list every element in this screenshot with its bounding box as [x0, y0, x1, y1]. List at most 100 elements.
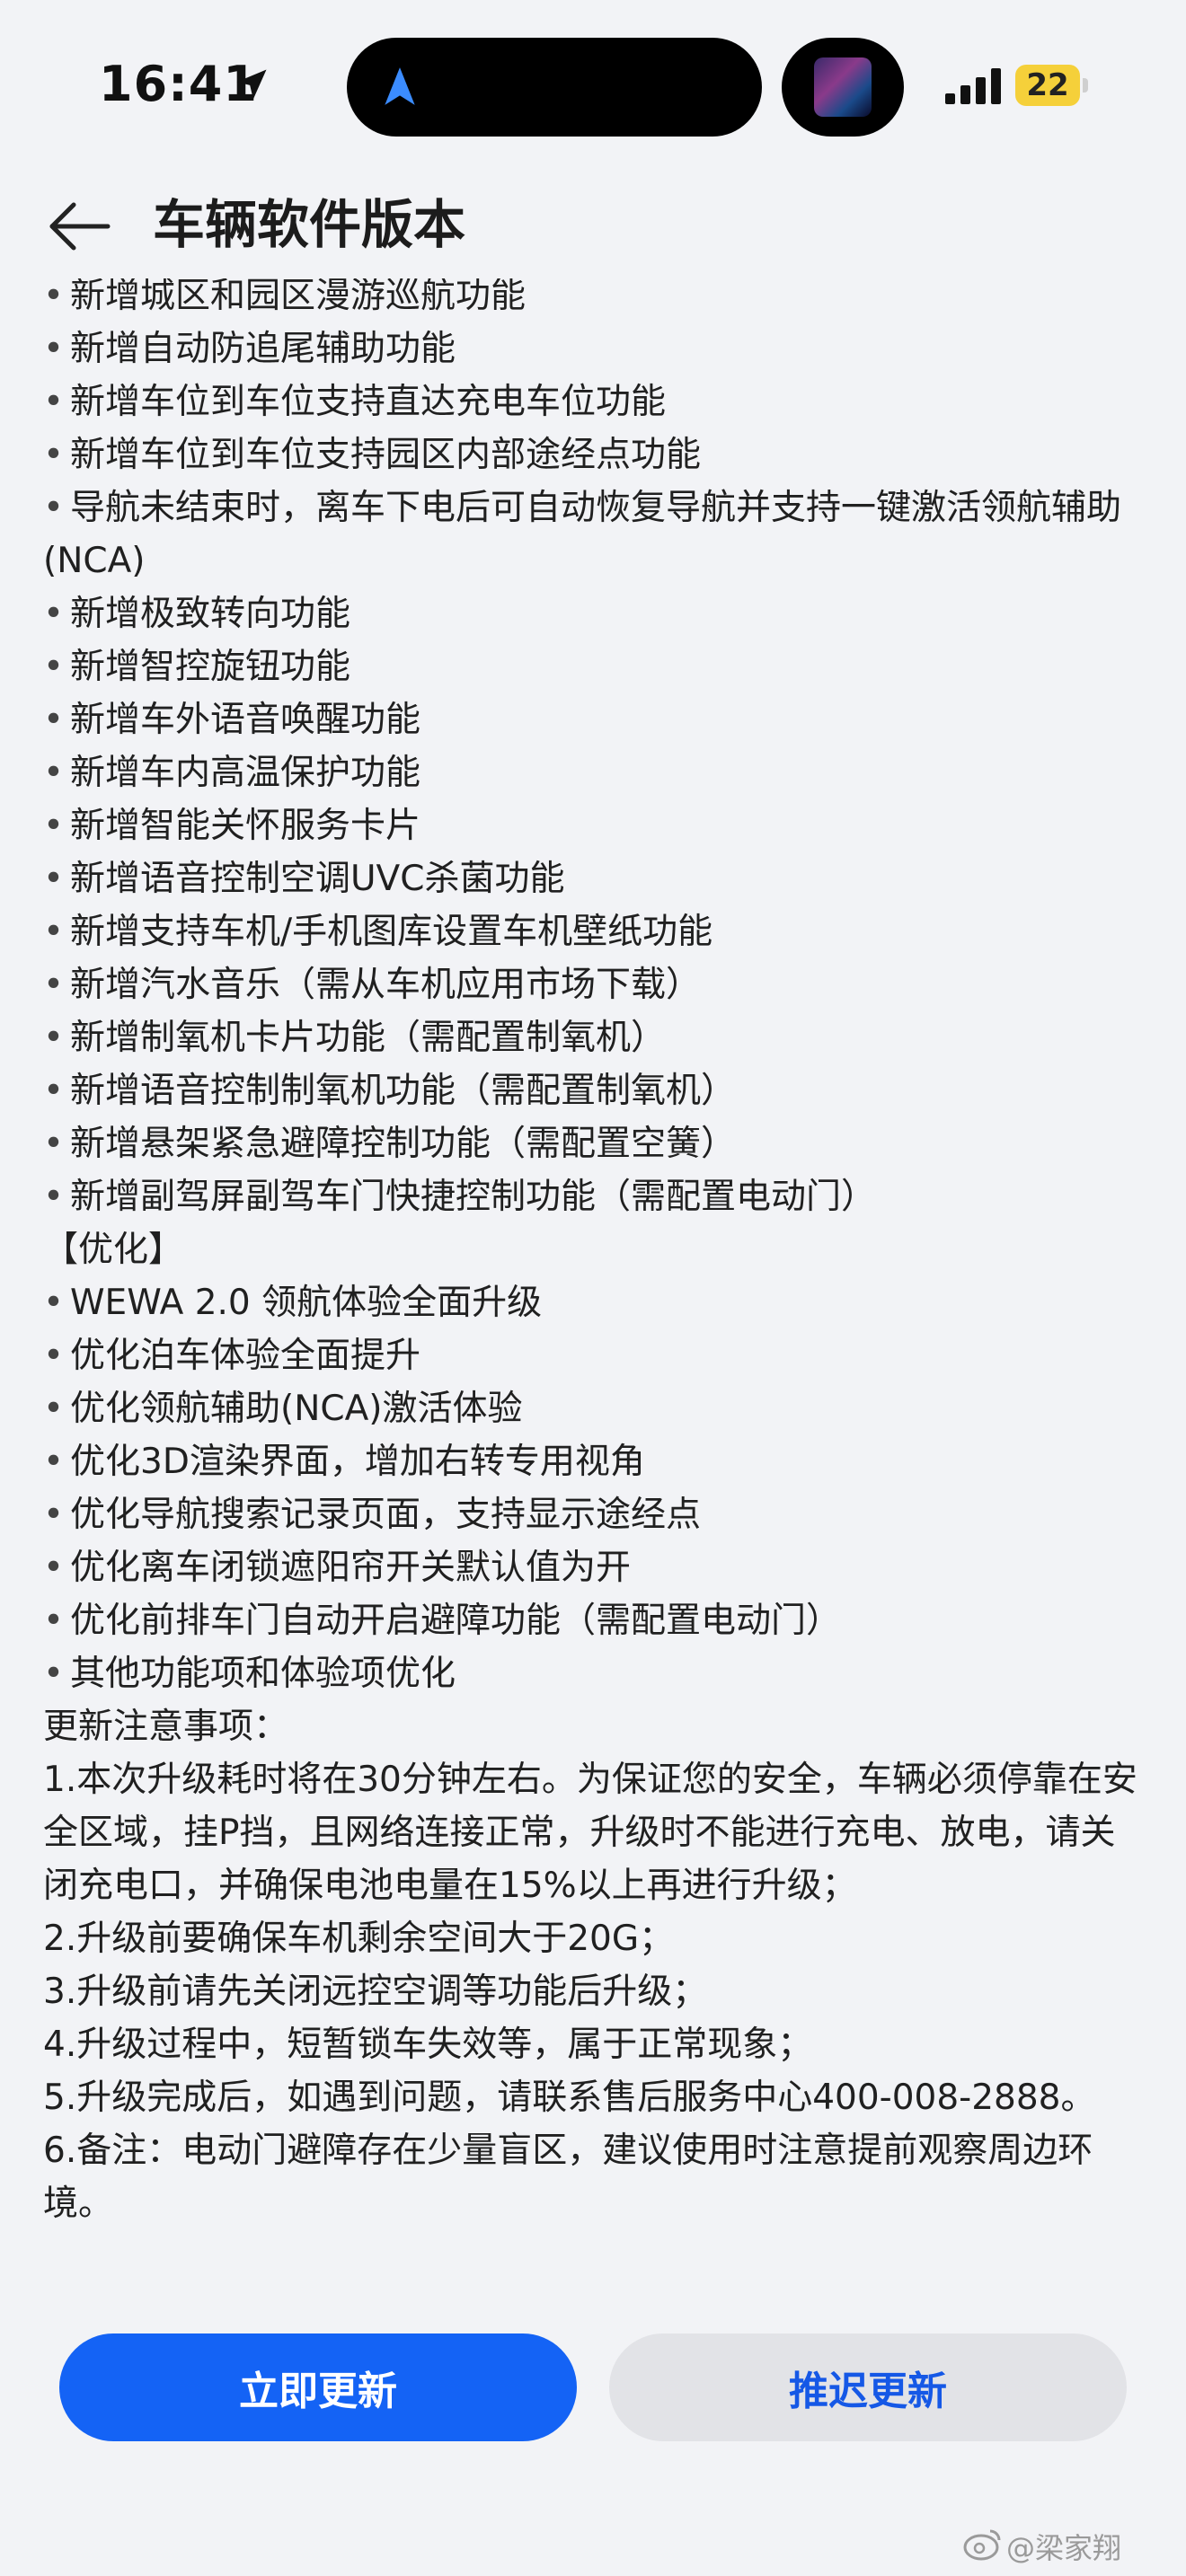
bullet-icon: • [43, 1071, 65, 1111]
notes-title: 更新注意事项： [43, 1700, 1148, 1753]
optimize-item-text: 优化导航搜索记录页面，支持显示途经点 [70, 1495, 702, 1535]
optimize-item-text: WEWA 2.0 领航体验全面升级 [70, 1283, 543, 1323]
bullet-icon: • [43, 1442, 65, 1482]
new-feature-item-text: 新增制氧机卡片功能（需配置制氧机） [70, 1018, 667, 1058]
new-feature-item: • 新增车内高温保护功能 [43, 746, 1148, 799]
new-feature-item-text: 新增自动防追尾辅助功能 [70, 329, 456, 369]
new-feature-item-text: 新增汽水音乐（需从车机应用市场下载） [70, 965, 702, 1005]
live-activity-app[interactable] [782, 38, 904, 137]
new-feature-item: • 新增智能关怀服务卡片 [43, 799, 1148, 852]
optimize-heading: 【优化】 [43, 1223, 1148, 1276]
bullet-icon: • [43, 1601, 65, 1641]
weibo-icon [963, 2529, 1001, 2561]
bullet-icon: • [43, 594, 65, 634]
bullet-icon: • [43, 753, 65, 793]
postpone-update-button[interactable]: 推迟更新 [609, 2333, 1127, 2441]
watermark: @梁家翔 [1006, 2531, 1122, 2565]
bullet-icon: • [43, 1177, 65, 1217]
optimize-item-text: 优化离车闭锁遮阳帘开关默认值为开 [70, 1548, 632, 1588]
new-feature-item-text: 新增极致转向功能 [70, 594, 351, 634]
new-feature-item: • 新增支持车机/手机图库设置车机壁纸功能 [43, 905, 1148, 958]
bullet-icon: • [43, 965, 65, 1005]
update-note: 4.升级过程中，短暂锁车失效等，属于正常现象； [43, 2018, 1148, 2071]
update-note-text: 1.本次升级耗时将在30分钟左右。为保证您的安全，车辆必须停靠在安全区域，挂P挡… [43, 1760, 1137, 1906]
optimize-item-text: 优化泊车体验全面提升 [70, 1336, 421, 1376]
update-note: 2.升级前要确保车机剩余空间大于20G； [43, 1912, 1148, 1965]
bullet-icon: • [43, 1495, 65, 1535]
optimize-item: • 优化3D渲染界面，增加右转专用视角 [43, 1435, 1148, 1488]
bullet-icon: • [43, 329, 65, 369]
new-feature-item: • 新增城区和园区漫游巡航功能 [43, 278, 1148, 322]
new-feature-item-text: 新增车位到车位支持直达充电车位功能 [70, 382, 667, 422]
bullet-icon: • [43, 1548, 65, 1588]
new-feature-item-text: 新增副驾屏副驾车门快捷控制功能（需配置电动门） [70, 1177, 877, 1217]
bullet-icon: • [43, 647, 65, 687]
new-feature-item: • 导航未结束时，离车下电后可自动恢复导航并支持一键激活领航辅助(NCA) [43, 481, 1148, 587]
new-feature-item-text: 新增支持车机/手机图库设置车机壁纸功能 [70, 912, 713, 952]
new-feature-item: • 新增极致转向功能 [43, 587, 1148, 640]
optimize-item-text: 优化3D渲染界面，增加右转专用视角 [70, 1442, 645, 1482]
new-feature-item-text: 新增城区和园区漫游巡航功能 [70, 278, 527, 316]
optimize-item: • 优化导航搜索记录页面，支持显示途经点 [43, 1488, 1148, 1541]
new-feature-item-text: 新增车位到车位支持园区内部途经点功能 [70, 435, 702, 475]
new-feature-item: • 新增悬架紧急避障控制功能（需配置空簧） [43, 1117, 1148, 1170]
release-notes[interactable]: • 新增城区和园区漫游巡航功能 • 新增自动防追尾辅助功能 • 新增车位到车位支持直达充电… [43, 278, 1148, 2290]
new-feature-item: • 新增车外语音唤醒功能 [43, 693, 1148, 746]
new-feature-item: • 新增制氧机卡片功能（需配置制氧机） [43, 1011, 1148, 1064]
notes-title-text: 更新注意事项： [43, 1707, 289, 1747]
new-feature-item-text: 导航未结束时，离车下电后可自动恢复导航并支持一键激活领航辅助(NCA) [43, 488, 1122, 581]
update-note-text: 4.升级过程中，短暂锁车失效等，属于正常现象； [43, 2025, 813, 2065]
new-feature-item: • 新增车位到车位支持直达充电车位功能 [43, 375, 1148, 428]
bullet-icon: • [43, 435, 65, 475]
update-note: 5.升级完成后，如遇到问题，请联系售后服务中心400-008-2888。 [43, 2071, 1148, 2124]
new-feature-item: • 新增智控旋钮功能 [43, 640, 1148, 693]
release-notes-scroll: • 新增城区和园区漫游巡航功能 • 新增自动防追尾辅助功能 • 新增车位到车位支持直达充电… [43, 278, 1148, 2230]
optimize-item-text: 优化领航辅助(NCA)激活体验 [70, 1389, 523, 1429]
bullet-icon: • [43, 488, 65, 528]
page-header: 车辆软件版本 [0, 171, 1186, 278]
battery-tip [1083, 78, 1088, 93]
optimize-item: • WEWA 2.0 领航体验全面升级 [43, 1276, 1148, 1329]
bullet-icon: • [43, 1018, 65, 1058]
location-arrow-icon [236, 69, 267, 100]
navigation-icon [385, 67, 415, 105]
bullet-icon: • [43, 700, 65, 740]
new-feature-item-text: 新增语音控制制氧机功能（需配置制氧机） [70, 1071, 737, 1111]
update-note-text: 3.升级前请先关闭远控空调等功能后升级； [43, 1972, 708, 2012]
new-feature-item: • 新增语音控制空调UVC杀菌功能 [43, 852, 1148, 905]
back-arrow-icon[interactable] [43, 198, 115, 255]
optimize-item: • 其他功能项和体验项优化 [43, 1647, 1148, 1700]
battery-icon: 22 [1015, 65, 1089, 106]
bullet-icon: • [43, 912, 65, 952]
bullet-icon: • [43, 278, 65, 316]
new-feature-item: • 新增汽水音乐（需从车机应用市场下载） [43, 958, 1148, 1011]
new-feature-item-text: 新增智能关怀服务卡片 [70, 806, 421, 846]
update-note-text: 6.备注：电动门避障存在少量盲区，建议使用时注意提前观察周边环境。 [43, 2130, 1093, 2224]
bullet-icon: • [43, 1336, 65, 1376]
update-note-text: 5.升级完成后，如遇到问题，请联系售后服务中心400-008-2888。 [43, 2078, 1096, 2118]
battery-level: 22 [1026, 67, 1069, 103]
bullet-icon: • [43, 859, 65, 899]
signal-icon [945, 68, 1001, 104]
update-note: 1.本次升级耗时将在30分钟左右。为保证您的安全，车辆必须停靠在安全区域，挂P挡… [43, 1753, 1148, 1912]
new-feature-item: • 新增副驾屏副驾车门快捷控制功能（需配置电动门） [43, 1170, 1148, 1223]
optimize-item: • 优化领航辅助(NCA)激活体验 [43, 1382, 1148, 1435]
new-feature-item-text: 新增智控旋钮功能 [70, 647, 351, 687]
update-now-button[interactable]: 立即更新 [59, 2333, 577, 2441]
optimize-item-text: 其他功能项和体验项优化 [70, 1654, 456, 1694]
bullet-icon: • [43, 1654, 65, 1694]
optimize-item: • 优化泊车体验全面提升 [43, 1329, 1148, 1382]
new-feature-item-text: 新增语音控制空调UVC杀菌功能 [70, 859, 565, 899]
bullet-icon: • [43, 382, 65, 422]
new-feature-item-text: 新增车外语音唤醒功能 [70, 700, 421, 740]
update-note-text: 2.升级前要确保车机剩余空间大于20G； [43, 1919, 675, 1959]
bullet-icon: • [43, 1389, 65, 1429]
new-feature-item-text: 新增车内高温保护功能 [70, 753, 421, 793]
optimize-item: • 优化离车闭锁遮阳帘开关默认值为开 [43, 1541, 1148, 1594]
new-feature-item: • 新增语音控制制氧机功能（需配置制氧机） [43, 1064, 1148, 1117]
update-note: 3.升级前请先关闭远控空调等功能后升级； [43, 1965, 1148, 2018]
bullet-icon: • [43, 1124, 65, 1164]
app-thumbnail-icon [814, 57, 872, 117]
optimize-item: • 优化前排车门自动开启避障功能（需配置电动门） [43, 1594, 1148, 1647]
update-note: 6.备注：电动门避障存在少量盲区，建议使用时注意提前观察周边环境。 [43, 2124, 1148, 2230]
